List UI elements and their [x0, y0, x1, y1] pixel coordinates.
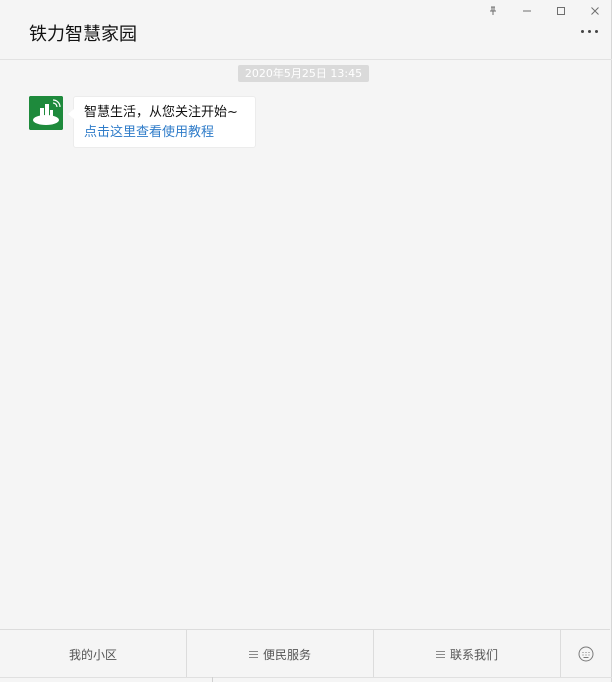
pin-icon[interactable] [476, 0, 510, 22]
menu-item-label: 联系我们 [449, 647, 498, 662]
message-timestamp: 2020年5月25日 13:45 [238, 65, 369, 82]
message-bubble: 智慧生活，从您关注开始~ 点击这里查看使用教程 [68, 96, 256, 148]
tutorial-link[interactable]: 点击这里查看使用教程 [84, 123, 255, 143]
more-options-icon[interactable] [581, 30, 598, 33]
dot [588, 30, 591, 33]
keyboard-toggle-button[interactable] [561, 630, 610, 678]
maximize-icon[interactable] [544, 0, 578, 22]
keyboard-icon [578, 646, 593, 662]
submenu-icon [435, 650, 445, 658]
dot [595, 30, 598, 33]
minimize-icon[interactable] [510, 0, 544, 22]
submenu-icon [248, 650, 258, 658]
menu-item-label: 便民服务 [262, 647, 311, 662]
header-divider [0, 59, 612, 60]
menu-item-convenience-services[interactable]: 便民服务 [187, 630, 374, 678]
menu-item-contact-us[interactable]: 联系我们 [374, 630, 561, 678]
bottom-border [0, 677, 612, 678]
close-icon[interactable] [578, 0, 612, 22]
menu-item-my-community[interactable]: 我的小区 [0, 630, 187, 678]
account-avatar[interactable] [29, 96, 63, 130]
bottom-divider-tick [212, 677, 213, 682]
window-controls [476, 0, 612, 22]
chat-title: 铁力智慧家园 [29, 24, 137, 45]
bottom-menu: 我的小区 便民服务 联系我们 [0, 629, 610, 678]
menu-item-label: 我的小区 [68, 647, 117, 662]
message-text: 智慧生活，从您关注开始~ [84, 105, 238, 120]
dot [581, 30, 584, 33]
smart-home-logo-icon [29, 96, 63, 130]
